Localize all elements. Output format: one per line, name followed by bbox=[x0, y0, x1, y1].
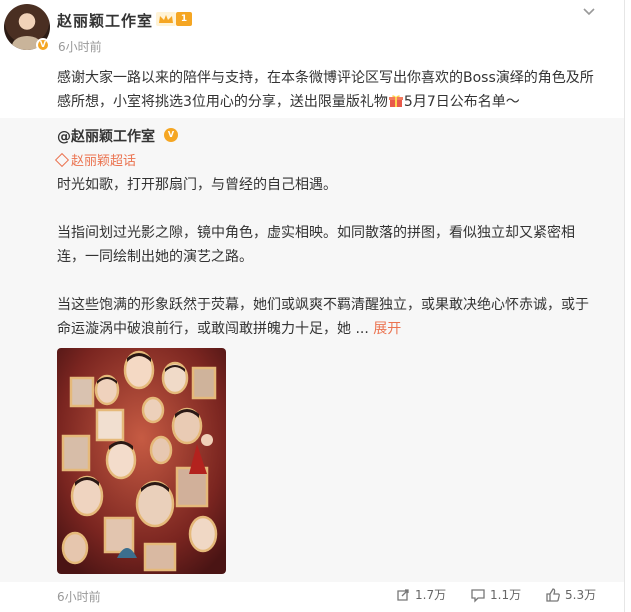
like-count: 5.3万 bbox=[565, 588, 597, 602]
reposted-text: 时光如歌，打开那扇门，与曾经的自己相遇。 当指间划过光影之隙，镜中角色，虚实相映… bbox=[57, 173, 597, 341]
gift-icon bbox=[388, 95, 403, 107]
paragraph: 当指间划过光影之隙，镜中角色，虚实相映。如同散落的拼图，看似独立却又紧密相连，一… bbox=[57, 225, 575, 265]
repost-count: 1.7万 bbox=[415, 588, 447, 602]
comment-count: 1.1万 bbox=[490, 588, 522, 602]
like-button[interactable]: 5.3万 bbox=[545, 586, 596, 603]
weibo-post-card: V 赵丽颖工作室 1 6小时前 感谢大家一路以来的陪伴与支持，在本条微博评论区写… bbox=[0, 0, 625, 612]
footer-time[interactable]: 6小时前 bbox=[57, 588, 101, 605]
verified-icon: V bbox=[164, 128, 178, 142]
verified-icon: V bbox=[36, 38, 50, 52]
post-text: 感谢大家一路以来的陪伴与支持，在本条微博评论区写出你喜欢的Boss演绎的角色及所… bbox=[57, 66, 597, 114]
paragraph-text: 当这些饱满的形象跃然于荧幕，她们或飒爽不羁清醒独立，或果敢决绝心怀赤诚，或于命运… bbox=[57, 297, 589, 337]
super-topic-link[interactable]: 赵丽颖超话 bbox=[54, 150, 137, 169]
author-name[interactable]: 赵丽颖工作室 bbox=[57, 10, 153, 31]
like-icon bbox=[546, 587, 560, 602]
repost-button[interactable]: 1.7万 bbox=[395, 586, 446, 603]
paragraph: 当这些饱满的形象跃然于荧幕，她们或飒爽不羁清醒独立，或果敢决绝心怀赤诚，或于命运… bbox=[57, 293, 597, 341]
crown-icon bbox=[156, 12, 176, 26]
reposted-author[interactable]: @赵丽颖工作室 bbox=[57, 126, 155, 146]
super-topic-label: 赵丽颖超话 bbox=[71, 154, 137, 169]
post-time[interactable]: 6小时前 bbox=[58, 38, 102, 55]
poster-image[interactable] bbox=[57, 348, 226, 574]
comment-icon bbox=[471, 588, 485, 603]
member-level-badge: 1 bbox=[176, 12, 192, 26]
reposted-content[interactable]: @赵丽颖工作室 V 赵丽颖超话 时光如歌，打开那扇门，与曾经的自己相遇。 当指间… bbox=[0, 118, 624, 582]
post-text-tail: 5月7日公布名单～ bbox=[403, 94, 520, 110]
super-topic-icon bbox=[54, 152, 70, 168]
paragraph: 时光如歌，打开那扇门，与曾经的自己相遇。 bbox=[57, 177, 337, 193]
chevron-down-icon[interactable] bbox=[581, 6, 597, 18]
repost-icon bbox=[397, 588, 409, 601]
expand-link[interactable]: 展开 bbox=[373, 321, 401, 337]
comment-button[interactable]: 1.1万 bbox=[470, 586, 521, 603]
